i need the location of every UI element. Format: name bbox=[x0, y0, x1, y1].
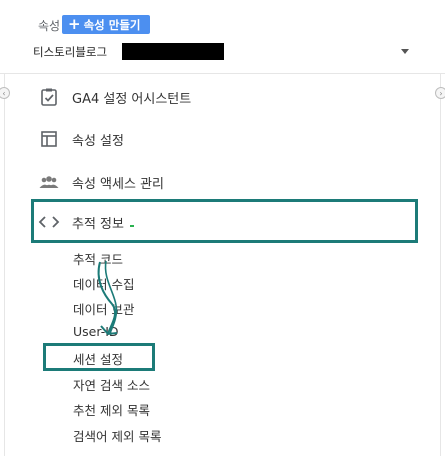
nav-item-label: 속성 액세스 관리 bbox=[72, 176, 164, 192]
chevron-down-icon bbox=[401, 49, 409, 54]
checklist-icon bbox=[38, 86, 60, 108]
highlight-box-session-settings bbox=[43, 343, 155, 371]
nav-item-ga4-assistant[interactable]: GA4 설정 어시스턴트 bbox=[38, 84, 191, 110]
sub-item-tracking-code[interactable]: 추적 코드 bbox=[73, 249, 123, 268]
sub-item-data-collection[interactable]: 데이터 수집 bbox=[73, 274, 134, 293]
collapse-right-handle-icon[interactable]: › bbox=[435, 87, 445, 99]
collapse-left-handle-icon[interactable]: ‹ bbox=[0, 87, 10, 99]
create-property-button[interactable]: + 속성 만들기 bbox=[62, 15, 150, 34]
nav-item-label: GA4 설정 어시스턴트 bbox=[72, 91, 192, 107]
property-select[interactable]: 티스토리블로그 bbox=[33, 43, 413, 63]
people-icon bbox=[38, 171, 60, 193]
property-label: 속성 bbox=[38, 19, 61, 33]
panel-right-border bbox=[440, 74, 441, 456]
property-header: 속성 + 속성 만들기 티스토리블로그 bbox=[0, 0, 445, 72]
nav-item-property-access[interactable]: 속성 액세스 관리 bbox=[38, 169, 164, 195]
plus-icon: + bbox=[68, 15, 81, 33]
sub-item-organic-search-sources[interactable]: 자연 검색 소스 bbox=[73, 375, 150, 394]
window-icon bbox=[38, 128, 60, 150]
panel-left-border bbox=[4, 74, 5, 456]
sub-item-referral-exclusion[interactable]: 추천 제외 목록 bbox=[73, 400, 150, 419]
sub-item-search-term-exclusion[interactable]: 검색어 제외 목록 bbox=[73, 426, 161, 445]
create-property-label: 속성 만들기 bbox=[83, 17, 141, 32]
redacted-block bbox=[122, 43, 224, 60]
nav-item-label: 속성 설정 bbox=[72, 133, 124, 149]
property-name: 티스토리블로그 bbox=[33, 45, 108, 59]
nav-item-property-settings[interactable]: 속성 설정 bbox=[38, 126, 124, 152]
panel-divider-top bbox=[0, 73, 445, 74]
sub-item-data-retention[interactable]: 데이터 보관 bbox=[73, 299, 134, 318]
highlight-box-tracking-info bbox=[31, 199, 418, 243]
sub-item-user-id[interactable]: User-ID bbox=[73, 324, 119, 339]
